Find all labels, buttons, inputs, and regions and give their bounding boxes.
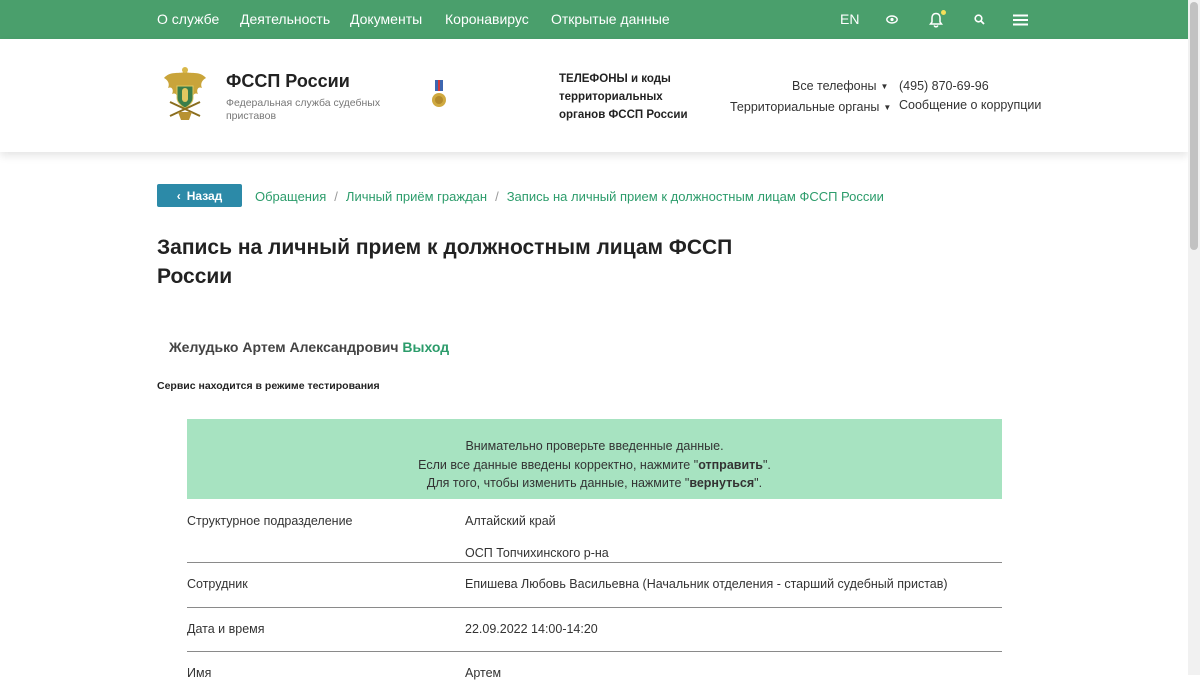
row-divider bbox=[187, 607, 1002, 608]
breadcrumb-personal-reception[interactable]: Личный приём граждан bbox=[346, 189, 487, 204]
notice-line-3: Для того, чтобы изменить данные, нажмите… bbox=[187, 476, 1002, 490]
division-office-value: ОСП Топчихинского р-на bbox=[465, 546, 609, 560]
breadcrumb: Обращения / Личный приём граждан / Запись на… bbox=[255, 189, 884, 204]
menu-icon[interactable] bbox=[1010, 0, 1030, 39]
top-navigation: О службе Деятельность Документы Коронави… bbox=[0, 0, 1188, 39]
hotline-phone[interactable]: (495) 870-69-96 bbox=[899, 79, 989, 93]
notification-dot bbox=[941, 10, 946, 15]
notice-line-3-end: ". bbox=[754, 476, 763, 490]
logout-link[interactable]: Выход bbox=[402, 339, 449, 355]
row-divider bbox=[187, 562, 1002, 563]
notice-return-keyword: вернуться bbox=[689, 476, 755, 490]
brand-title[interactable]: ФССП России bbox=[226, 71, 350, 92]
nav-link-activity[interactable]: Деятельность bbox=[240, 11, 330, 27]
nav-link-about[interactable]: О службе bbox=[157, 11, 219, 27]
site-header: ФССП России Федеральная служба судебных … bbox=[0, 39, 1188, 152]
back-button-label: Назад bbox=[186, 188, 223, 203]
fssp-emblem-icon[interactable] bbox=[160, 66, 210, 129]
notice-line-2-text: Если все данные введены корректно, нажми… bbox=[418, 458, 699, 472]
back-button[interactable]: ‹ Назад bbox=[157, 184, 242, 207]
medal-icon bbox=[431, 80, 447, 117]
nav-link-documents[interactable]: Документы bbox=[350, 11, 422, 27]
breadcrumb-current[interactable]: Запись на личный прием к должностным лиц… bbox=[507, 189, 884, 204]
caret-down-icon: ▼ bbox=[883, 103, 892, 112]
territorial-bodies-label: Территориальные органы bbox=[730, 100, 880, 114]
brand-subtitle: Федеральная служба судебных приставов bbox=[226, 97, 381, 122]
datetime-label: Дата и время bbox=[187, 622, 265, 636]
breadcrumb-appeals[interactable]: Обращения bbox=[255, 189, 326, 204]
corruption-report-link[interactable]: Сообщение о коррупции bbox=[899, 98, 1041, 112]
phones-codes-link[interactable]: ТЕЛЕФОНЫ и коды территориальных органов … bbox=[559, 70, 709, 124]
page-scrollbar[interactable] bbox=[1188, 0, 1200, 675]
accessibility-eye-icon[interactable] bbox=[882, 0, 902, 39]
notice-line-2: Если все данные введены корректно, нажми… bbox=[187, 458, 1002, 472]
search-icon[interactable] bbox=[969, 0, 989, 39]
employee-value: Епишева Любовь Васильевна (Начальник отд… bbox=[465, 577, 948, 591]
notice-line-1: Внимательно проверьте введенные данные. bbox=[465, 439, 724, 453]
breadcrumb-separator: / bbox=[334, 189, 338, 204]
all-phones-label: Все телефоны bbox=[792, 79, 877, 93]
notice-send-keyword: отправить bbox=[698, 458, 763, 472]
chevron-left-icon: ‹ bbox=[176, 188, 181, 203]
user-name: Желудько Артем Александрович bbox=[169, 339, 399, 355]
employee-label: Сотрудник bbox=[187, 577, 248, 591]
breadcrumb-separator: / bbox=[495, 189, 499, 204]
caret-down-icon: ▼ bbox=[880, 82, 889, 91]
territorial-bodies-dropdown[interactable]: Территориальные органы ▼ bbox=[730, 100, 891, 114]
row-divider bbox=[187, 651, 1002, 652]
all-phones-dropdown[interactable]: Все телефоны ▼ bbox=[792, 79, 888, 93]
division-label: Структурное подразделение bbox=[187, 514, 353, 528]
page-title: Запись на личный прием к должностным лиц… bbox=[157, 236, 733, 288]
name-label: Имя bbox=[187, 666, 212, 680]
name-value: Артем bbox=[465, 666, 502, 680]
notice-line-2-end: ". bbox=[762, 458, 771, 472]
user-info: Желудько Артем Александрович Выход bbox=[169, 339, 449, 355]
notice-line-3-text: Для того, чтобы изменить данные, нажмите… bbox=[426, 476, 690, 490]
nav-link-coronavirus[interactable]: Коронавирус bbox=[445, 11, 529, 27]
testing-mode-note: Сервис находится в режиме тестирования bbox=[157, 380, 380, 392]
verification-notice: Внимательно проверьте введенные данные. … bbox=[187, 419, 1002, 499]
nav-link-open-data[interactable]: Открытые данные bbox=[551, 11, 670, 27]
datetime-value: 22.09.2022 14:00-14:20 bbox=[465, 622, 598, 636]
language-switch[interactable]: EN bbox=[840, 11, 859, 27]
division-region-value: Алтайский край bbox=[465, 514, 556, 528]
bell-icon[interactable] bbox=[925, 0, 947, 39]
scrollbar-thumb[interactable] bbox=[1190, 2, 1198, 250]
